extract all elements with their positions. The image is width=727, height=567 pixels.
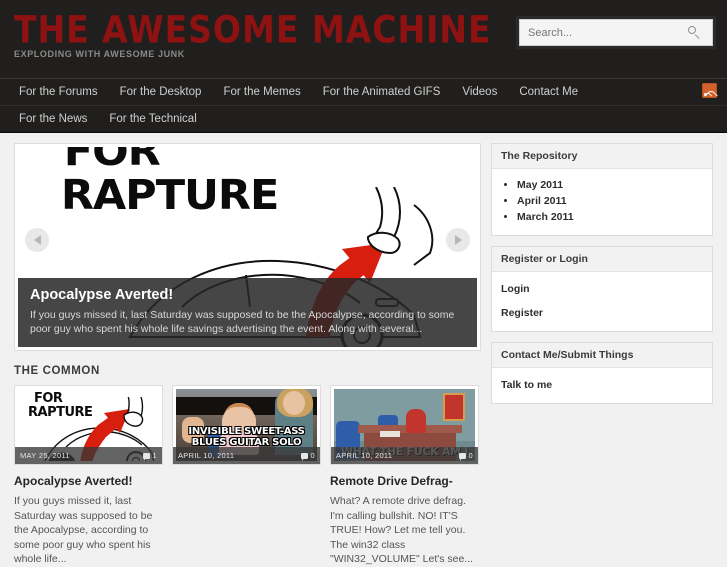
search-box[interactable] [519, 19, 713, 46]
search-input[interactable] [520, 21, 685, 44]
post-date: APRIL 10, 2011 [336, 451, 393, 460]
widget-contact-me: Contact Me/Submit Things Talk to me [491, 342, 713, 404]
talk-to-me-link[interactable]: Talk to me [501, 376, 703, 393]
section-heading: THE COMMON [14, 365, 100, 377]
post-thumbnail[interactable]: FOR RAPTURE MAY 25, 2011 1 [14, 385, 163, 465]
widget-body: Login Register [492, 272, 712, 331]
branding-zone: THE AWESOME MACHINE EXPLODING WITH AWESO… [0, 0, 727, 78]
nav-item-desktop[interactable]: For the Desktop [109, 79, 213, 106]
comment-count[interactable]: 1 [142, 451, 157, 461]
comment-bubble-icon [300, 452, 308, 461]
featured-slider[interactable]: FOR RAPTURE Apocalypse Averted! If you g… [14, 143, 481, 351]
nav-item-animated-gifs[interactable]: For the Animated GIFS [312, 79, 452, 106]
chevron-right-icon [454, 235, 462, 245]
thumbnail-meta: APRIL 10, 2011 0 [331, 447, 478, 464]
comment-count[interactable]: 0 [300, 451, 315, 461]
nav-item-contact-me[interactable]: Contact Me [508, 79, 589, 106]
slide-caption: Apocalypse Averted! If you guys missed i… [18, 278, 477, 347]
slide-caption-title[interactable]: Apocalypse Averted! [30, 287, 465, 303]
widget-body: Talk to me [492, 368, 712, 403]
nav-item-memes[interactable]: For the Memes [212, 79, 311, 106]
widget-repository: The Repository May 2011 April 2011 March… [491, 143, 713, 236]
comment-count-value: 0 [310, 451, 315, 460]
archive-list: May 2011 April 2011 March 2011 [501, 177, 703, 225]
nav-item-news[interactable]: For the News [8, 106, 98, 133]
nav-row-primary: For the Forums For the Desktop For the M… [0, 78, 727, 105]
post-grid: FOR RAPTURE MAY 25, 2011 1 Apocalypse Av… [14, 385, 481, 567]
widget-title: The Repository [492, 144, 712, 169]
post-thumbnail[interactable]: INVISIBLE SWEET-ASS BLUES GUITAR SOLO AP… [172, 385, 321, 465]
post-card[interactable]: FOR RAPTURE MAY 25, 2011 1 Apocalypse Av… [14, 385, 163, 567]
thumb-meme-line1: INVISIBLE SWEET-ASS [188, 426, 305, 437]
slider-prev-button[interactable] [25, 228, 49, 252]
content-column: FOR RAPTURE Apocalypse Averted! If you g… [14, 143, 481, 567]
comment-count-value: 0 [468, 451, 473, 460]
slide-caption-text: If you guys missed it, last Saturday was… [30, 309, 455, 335]
chevron-left-icon [33, 235, 41, 245]
slide-stage: FOR RAPTURE Apocalypse Averted! If you g… [18, 147, 477, 347]
thumb-meme-text: INVISIBLE SWEET-ASS BLUES GUITAR SOLO [176, 426, 317, 448]
widget-register-or-login: Register or Login Login Register [491, 246, 713, 332]
post-excerpt: If you guys missed it, last Saturday was… [14, 495, 153, 565]
post-card[interactable]: WHAT THE FUCK AM I APRIL 10, 2011 0 Remo… [330, 385, 479, 567]
slider-next-button[interactable] [446, 228, 470, 252]
search-icon[interactable] [685, 23, 705, 43]
thumbnail-meta: APRIL 10, 2011 0 [173, 447, 320, 464]
post-excerpt: What? A remote drive defrag. I'm calling… [330, 495, 474, 565]
comment-bubble-icon [458, 452, 466, 461]
post-date: MAY 25, 2011 [20, 451, 70, 460]
archive-item-may-2011[interactable]: May 2011 [517, 177, 703, 193]
post-title[interactable]: Remote Drive Defrag- [330, 474, 479, 489]
main-navigation: For the Forums For the Desktop For the M… [0, 78, 727, 132]
nav-item-technical[interactable]: For the Technical [98, 106, 207, 133]
widget-title: Register or Login [492, 247, 712, 272]
post-title[interactable]: Apocalypse Averted! [14, 474, 163, 489]
widget-body: May 2011 April 2011 March 2011 [492, 169, 712, 235]
post-card[interactable]: INVISIBLE SWEET-ASS BLUES GUITAR SOLO AP… [172, 385, 321, 567]
site-title[interactable]: THE AWESOME MACHINE [14, 8, 492, 52]
site-header: THE AWESOME MACHINE EXPLODING WITH AWESO… [0, 0, 727, 133]
comment-count[interactable]: 0 [458, 451, 473, 461]
archive-item-april-2011[interactable]: April 2011 [517, 193, 703, 209]
thumbnail-meta: MAY 25, 2011 1 [15, 447, 162, 464]
archive-item-march-2011[interactable]: March 2011 [517, 209, 703, 225]
register-link[interactable]: Register [501, 304, 703, 321]
nav-row-secondary: For the News For the Technical [0, 105, 727, 132]
sidebar: The Repository May 2011 April 2011 March… [491, 143, 713, 567]
nav-item-videos[interactable]: Videos [451, 79, 508, 106]
post-thumbnail[interactable]: WHAT THE FUCK AM I APRIL 10, 2011 0 [330, 385, 479, 465]
site-tagline: EXPLODING WITH AWESOME JUNK [14, 49, 185, 59]
login-link[interactable]: Login [501, 280, 703, 304]
comment-bubble-icon [142, 452, 150, 461]
nav-item-forums[interactable]: For the Forums [8, 79, 109, 106]
main-area: FOR RAPTURE Apocalypse Averted! If you g… [0, 133, 727, 567]
post-date: APRIL 10, 2011 [178, 451, 235, 460]
comment-count-value: 1 [152, 451, 157, 460]
widget-title: Contact Me/Submit Things [492, 343, 712, 368]
rss-icon[interactable] [702, 83, 719, 104]
